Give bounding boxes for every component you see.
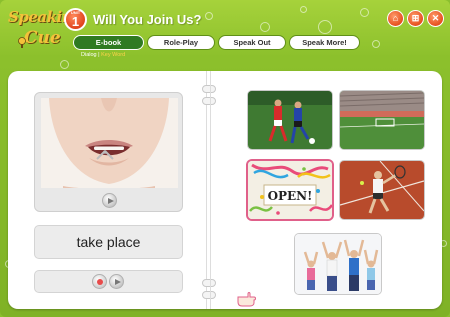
tab-speak-out[interactable]: Speak Out: [218, 35, 286, 50]
subnav: Dialog | Key Word: [81, 52, 125, 58]
unit-number: 1: [71, 14, 80, 29]
logo-mic-icon: [18, 37, 26, 48]
right-page: OPEN!: [210, 71, 442, 309]
stadium-picture[interactable]: [340, 91, 424, 149]
face-closeup-image: [41, 98, 178, 188]
subnav-key-word[interactable]: Key Word: [101, 52, 125, 58]
tennis-picture[interactable]: [340, 161, 424, 219]
subnav-dialog[interactable]: Dialog: [81, 52, 97, 58]
open-sign-text: OPEN!: [267, 189, 313, 203]
close-icon[interactable]: ✕: [427, 10, 444, 27]
pointer-hand-icon: [237, 292, 256, 307]
app-logo: Speaking Cue: [6, 4, 83, 56]
unit-badge: UNIT 1: [64, 8, 87, 31]
mouth-video[interactable]: [41, 98, 178, 188]
hanger-icon: [96, 150, 114, 160]
window-controls: ⌂ ⊞ ✕: [387, 10, 444, 27]
video-play-button[interactable]: [102, 193, 117, 208]
tab-role-play[interactable]: Role-Play: [147, 35, 215, 50]
record-button[interactable]: [92, 274, 107, 289]
key-word-text: take place: [34, 225, 183, 259]
audio-controls: [34, 270, 183, 293]
audio-play-button[interactable]: [109, 274, 124, 289]
home-icon[interactable]: ⌂: [387, 10, 404, 27]
tab-bar: E-book Role-Play Speak Out Speak More!: [73, 35, 360, 50]
logo-text-line2: Cue: [24, 28, 61, 48]
family-cheering-picture[interactable]: [295, 234, 381, 294]
page-title: Will You Join Us?: [93, 12, 202, 27]
app-window: Speaking Cue UNIT 1 Will You Join Us? ⌂ …: [0, 0, 450, 317]
ebook: take place OPEN!: [8, 71, 442, 309]
menu-icon[interactable]: ⊞: [407, 10, 424, 27]
grand-opening-picture[interactable]: OPEN!: [248, 161, 332, 219]
soccer-picture[interactable]: [248, 91, 332, 149]
tab-speak-more[interactable]: Speak More!: [289, 35, 360, 50]
tab-ebook[interactable]: E-book: [73, 35, 144, 50]
left-page: take place: [8, 71, 207, 309]
